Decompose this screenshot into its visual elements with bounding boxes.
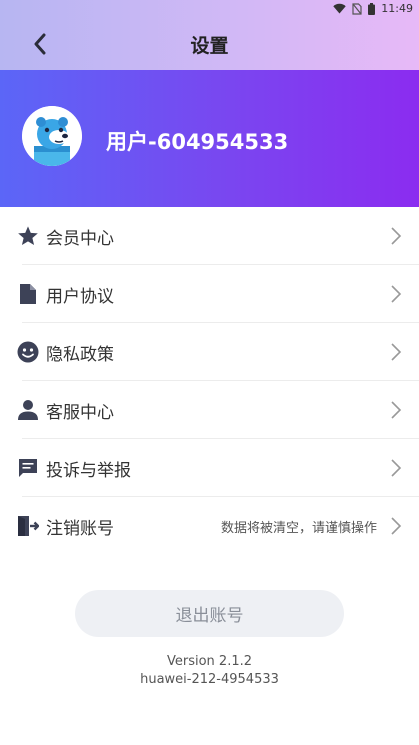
top-bar: 设置 (0, 18, 419, 70)
menu-item-label: 客服中心 (46, 403, 114, 423)
smiley-icon (16, 340, 40, 364)
avatar[interactable] (22, 106, 82, 166)
menu-item-delete-account[interactable]: 注销账号 数据将被清空，请谨慎操作 (0, 497, 419, 555)
menu-item-label: 会员中心 (46, 229, 114, 249)
profile-banner: 用户-604954533 (0, 70, 419, 207)
menu-item-label: 注销账号 (46, 519, 114, 539)
logout-button[interactable]: 退出账号 (75, 590, 344, 637)
document-icon (16, 282, 40, 306)
chevron-right-icon (391, 285, 402, 303)
username: 用户-604954533 (106, 130, 289, 154)
status-icons: 11:49 (333, 2, 413, 15)
message-icon (16, 456, 40, 480)
build-text: huawei-212-4954533 (140, 672, 279, 687)
menu-item-label: 隐私政策 (46, 345, 114, 365)
battery-icon (368, 2, 376, 15)
status-bar: 11:49 (0, 0, 419, 18)
chevron-right-icon (391, 227, 402, 245)
status-time: 11:49 (381, 2, 413, 15)
menu-item-customer-service[interactable]: 客服中心 (0, 381, 419, 439)
menu-item-label: 投诉与举报 (46, 461, 131, 481)
menu-item-user-agreement[interactable]: 用户协议 (0, 265, 419, 323)
menu-item-privacy-policy[interactable]: 隐私政策 (0, 323, 419, 381)
wifi-icon (333, 3, 346, 14)
menu-item-complaint-report[interactable]: 投诉与举报 (0, 439, 419, 497)
star-icon (16, 224, 40, 248)
version-text: Version 2.1.2 (166, 654, 252, 669)
delete-warning-hint: 数据将被清空，请谨慎操作 (220, 521, 377, 536)
menu-item-vip-center[interactable]: 会员中心 (0, 207, 419, 265)
chevron-right-icon (391, 401, 402, 419)
person-icon (16, 398, 40, 422)
chevron-right-icon (391, 343, 402, 361)
page-title: 设置 (190, 35, 229, 57)
settings-menu: 会员中心 用户协议 隐私政策 客服中心 投诉与举报 注销账号 数据将被清空，请谨… (0, 207, 419, 555)
chevron-right-icon (391, 517, 402, 535)
version-info: Version 2.1.2 huawei-212-4954533 (0, 653, 419, 689)
exit-door-icon (16, 514, 40, 538)
bear-avatar-icon (22, 106, 82, 166)
no-sim-icon (352, 2, 362, 15)
menu-item-label: 用户协议 (46, 287, 114, 307)
chevron-right-icon (391, 459, 402, 477)
